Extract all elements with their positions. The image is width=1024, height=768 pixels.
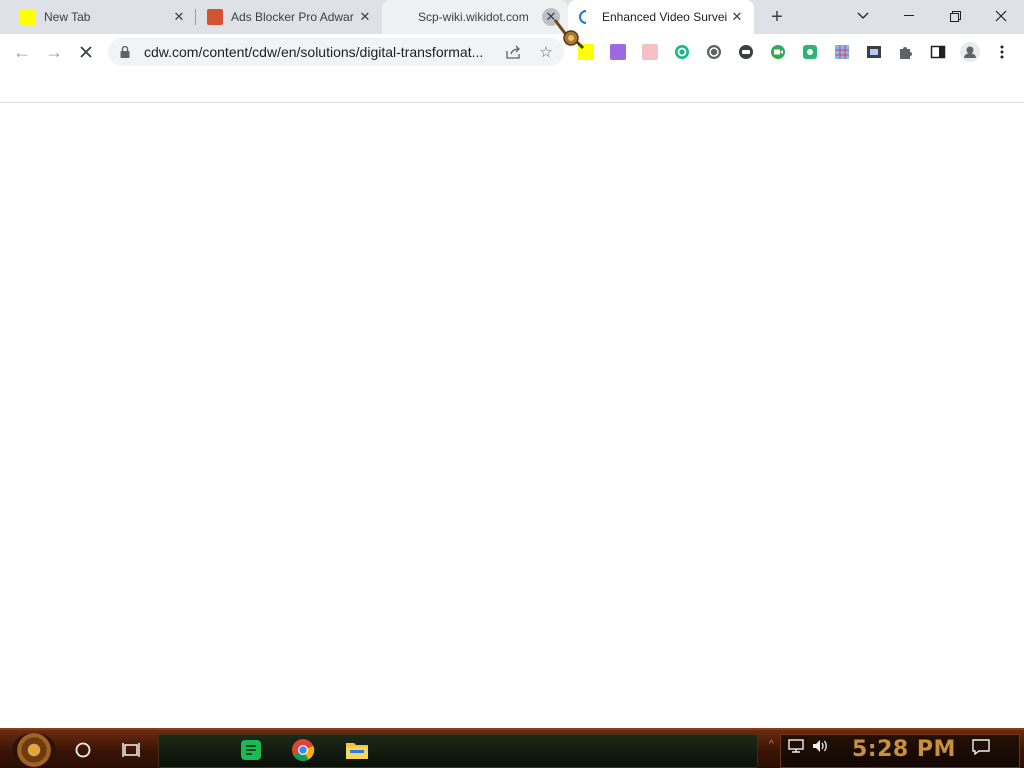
green-video-extension-icon[interactable] bbox=[770, 44, 786, 60]
tab-new-tab[interactable]: New Tab ✕ bbox=[0, 0, 196, 34]
file-explorer-icon[interactable] bbox=[344, 737, 370, 763]
film-extension-icon[interactable] bbox=[866, 44, 882, 60]
close-tab-icon[interactable]: ✕ bbox=[728, 8, 746, 26]
lock-icon[interactable] bbox=[120, 46, 134, 58]
tab-ads-blocker[interactable]: Ads Blocker Pro Adwar ✕ bbox=[196, 0, 382, 34]
show-hidden-icons-icon[interactable]: ^ bbox=[769, 739, 774, 750]
taskbar-clock[interactable]: 5:28 PM bbox=[852, 737, 956, 762]
minimize-icon[interactable] bbox=[886, 0, 932, 32]
browser-toolbar: ← → cdw.com/content/cdw/en/solutions/dig… bbox=[0, 34, 1024, 70]
tab-search-icon[interactable] bbox=[840, 0, 886, 32]
network-icon[interactable] bbox=[788, 739, 804, 756]
pink-extension-icon[interactable] bbox=[642, 44, 658, 60]
tab-enhanced-video[interactable]: Enhanced Video Survei ✕ bbox=[568, 0, 754, 34]
stop-loading-icon[interactable] bbox=[72, 38, 100, 66]
new-tab-favicon-icon bbox=[20, 9, 36, 25]
grey-circle-extension-icon[interactable] bbox=[706, 44, 722, 60]
forward-arrow-icon[interactable]: → bbox=[40, 38, 68, 66]
close-tab-icon[interactable]: ✕ bbox=[170, 8, 188, 26]
close-tab-icon[interactable]: ✕ bbox=[356, 8, 374, 26]
new-tab-button[interactable]: + bbox=[765, 5, 789, 29]
restore-icon[interactable] bbox=[932, 0, 978, 32]
search-circle-icon[interactable] bbox=[69, 736, 97, 764]
share-icon[interactable] bbox=[504, 42, 524, 62]
purple-extension-icon[interactable] bbox=[610, 44, 626, 60]
close-window-icon[interactable] bbox=[978, 0, 1024, 32]
tab-title: Ads Blocker Pro Adwar bbox=[231, 10, 354, 24]
notifications-icon[interactable] bbox=[972, 739, 990, 758]
green-circle-extension-icon[interactable] bbox=[674, 44, 690, 60]
tab-title: Scp-wiki.wikidot.com bbox=[418, 10, 529, 24]
tab-title: Enhanced Video Survei bbox=[602, 10, 728, 24]
teal-extension-icon[interactable] bbox=[802, 44, 818, 60]
windows-taskbar: ^ 5:28 PM bbox=[0, 728, 1024, 768]
blue-grid-extension-icon[interactable] bbox=[834, 44, 850, 60]
task-view-icon[interactable] bbox=[117, 736, 145, 764]
tab-title: New Tab bbox=[44, 10, 91, 24]
page-content-area[interactable] bbox=[0, 103, 1024, 728]
chrome-icon[interactable] bbox=[290, 737, 316, 763]
puzzle-extensions-icon[interactable] bbox=[898, 44, 914, 60]
back-arrow-icon[interactable]: ← bbox=[8, 38, 36, 66]
profile-avatar-icon[interactable] bbox=[960, 42, 980, 62]
side-panel-icon[interactable] bbox=[930, 44, 946, 60]
mouse-cursor-icon bbox=[553, 18, 587, 50]
notes-app-icon[interactable] bbox=[238, 737, 264, 763]
chat-bubble-extension-icon[interactable] bbox=[738, 44, 754, 60]
kebab-menu-icon[interactable] bbox=[994, 44, 1010, 60]
url-text[interactable]: cdw.com/content/cdw/en/solutions/digital… bbox=[144, 44, 500, 60]
ads-blocker-favicon-icon bbox=[207, 9, 223, 25]
tab-scp-wiki[interactable]: Scp-wiki.wikidot.com ✕ bbox=[382, 0, 568, 34]
start-button[interactable] bbox=[12, 733, 56, 767]
tab-strip: New Tab ✕ Ads Blocker Pro Adwar ✕ Scp-wi… bbox=[0, 0, 1024, 34]
volume-icon[interactable] bbox=[812, 739, 830, 756]
address-bar[interactable]: cdw.com/content/cdw/en/solutions/digital… bbox=[108, 38, 564, 66]
